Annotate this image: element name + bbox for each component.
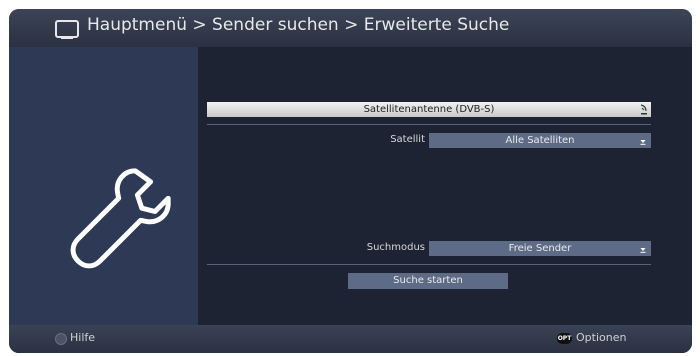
chevron-down-icon [640,140,646,145]
search-mode-select[interactable]: Freie Sender [429,241,651,256]
satellite-label: Satellit [390,134,425,145]
divider [207,264,651,265]
help-button-icon[interactable] [55,333,67,345]
header: Hauptmenü > Sender suchen > Erweiterte S… [9,9,692,47]
search-mode-label: Suchmodus [366,242,425,253]
left-panel [9,47,198,325]
chevron-down-icon [640,248,646,253]
tv-menu-window: Hauptmenü > Sender suchen > Erweiterte S… [9,9,692,353]
screen: Hauptmenü > Sender suchen > Erweiterte S… [0,0,700,356]
breadcrumb: Hauptmenü > Sender suchen > Erweiterte S… [87,15,510,35]
satellite-dish-icon [640,104,647,115]
tv-icon [55,20,79,39]
satellite-value: Alle Satelliten [505,135,575,146]
help-label: Hilfe [70,331,96,344]
satellite-select[interactable]: Alle Satelliten [429,133,651,148]
search-mode-value: Freie Sender [508,243,572,254]
search-form: Satellitenantenne (DVB-S) Satellit Alle … [198,47,692,325]
footer: Hilfe OPT Optionen [9,325,692,353]
divider [207,124,651,125]
options-label: Optionen [576,331,627,344]
source-selector[interactable]: Satellitenantenne (DVB-S) [207,102,651,117]
source-label: Satellitenantenne (DVB-S) [363,104,495,115]
start-search-button[interactable]: Suche starten [348,273,508,289]
wrench-icon [70,168,171,269]
options-key-icon[interactable]: OPT [557,333,572,344]
